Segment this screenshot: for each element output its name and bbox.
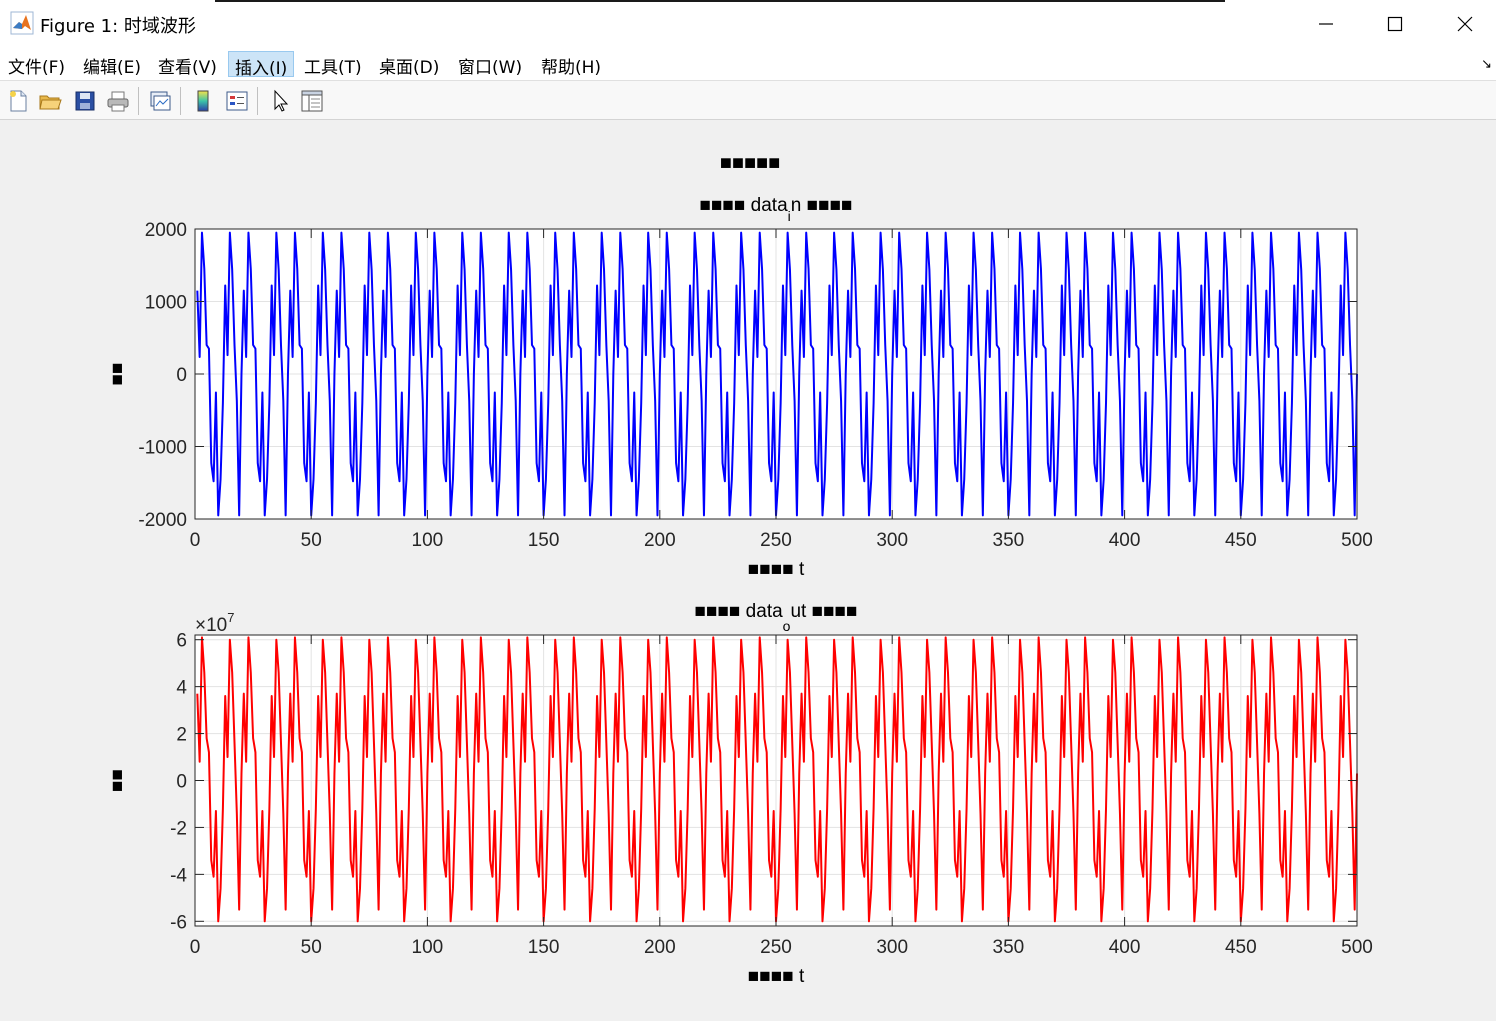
titlebar-top-border bbox=[215, 0, 1225, 2]
x-tick-label: 500 bbox=[1341, 937, 1373, 958]
minimize-icon bbox=[1319, 22, 1333, 25]
x-tick-label: 200 bbox=[644, 530, 676, 551]
x-tick-label: 100 bbox=[412, 937, 444, 958]
save-button[interactable] bbox=[71, 87, 99, 115]
save-icon bbox=[75, 91, 95, 111]
colorbar-button[interactable] bbox=[189, 87, 217, 115]
x-tick-label: 500 bbox=[1341, 530, 1373, 551]
edit-plot-cursor-icon bbox=[274, 89, 289, 112]
menu-tools[interactable]: 工具(T) bbox=[298, 51, 368, 78]
y-tick-label: 2000 bbox=[145, 220, 187, 241]
menu-edit[interactable]: 编辑(E) bbox=[77, 51, 147, 78]
x-tick-label: 300 bbox=[876, 937, 908, 958]
y-tick-label: -2 bbox=[170, 818, 187, 839]
property-inspector-icon bbox=[301, 90, 323, 112]
edit-plot-button[interactable] bbox=[266, 87, 294, 115]
y-tick-label: 0 bbox=[176, 365, 187, 386]
x-tick-label: 50 bbox=[301, 530, 322, 551]
toolbar-separator bbox=[257, 87, 258, 115]
x-tick-label: 300 bbox=[876, 530, 908, 551]
new-figure-button[interactable] bbox=[4, 87, 32, 115]
menu-desktop[interactable]: 桌面(D) bbox=[373, 51, 445, 78]
x-tick-label: 200 bbox=[644, 937, 676, 958]
y-tick-label: 0 bbox=[176, 772, 187, 793]
print-button[interactable] bbox=[104, 87, 132, 115]
window-titlebar: Figure 1: 时域波形 bbox=[0, 0, 1496, 47]
link-plot-button[interactable] bbox=[146, 87, 174, 115]
y-axis-label: ■■ bbox=[107, 363, 128, 386]
figure-toolbar bbox=[0, 80, 1496, 120]
maximize-icon bbox=[1387, 16, 1403, 31]
menu-help[interactable]: 帮助(H) bbox=[535, 51, 607, 78]
dock-arrow-icon[interactable]: ↘ bbox=[1481, 57, 1492, 72]
y-tick-label: -6 bbox=[170, 912, 187, 933]
figure-canvas: ■■■■■ 0 50 100 150 200 250 300 350 400 450 500 -2000… bbox=[0, 121, 1496, 1021]
x-tick-label: 450 bbox=[1225, 937, 1257, 958]
x-tick-label: 400 bbox=[1109, 530, 1141, 551]
y-tick-label: -1000 bbox=[138, 438, 187, 459]
menu-view[interactable]: 查看(V) bbox=[152, 51, 223, 78]
figure-suptitle: ■■■■■ bbox=[720, 152, 780, 174]
y-tick-label: 4 bbox=[176, 678, 187, 699]
minimize-button[interactable] bbox=[1291, 0, 1361, 47]
y-tick-label: -4 bbox=[170, 865, 187, 886]
x-tick-label: 150 bbox=[528, 937, 560, 958]
legend-icon bbox=[226, 91, 248, 111]
toolbar-separator bbox=[138, 87, 139, 115]
link-plot-icon bbox=[150, 91, 171, 111]
x-axis-label: ■■■■ t bbox=[748, 559, 805, 580]
property-inspector-button[interactable] bbox=[298, 87, 326, 115]
subplot-title: ■■■■ datain ■■■■ bbox=[699, 195, 852, 224]
open-folder-icon bbox=[39, 95, 62, 110]
x-tick-label: 0 bbox=[190, 530, 201, 551]
close-button[interactable] bbox=[1430, 0, 1496, 47]
y-tick-label: 2 bbox=[176, 725, 187, 746]
x-tick-label: 250 bbox=[760, 937, 792, 958]
x-tick-label: 450 bbox=[1225, 530, 1257, 551]
x-tick-label: 250 bbox=[760, 530, 792, 551]
x-tick-label: 150 bbox=[528, 530, 560, 551]
menu-window[interactable]: 窗口(W) bbox=[452, 51, 528, 78]
window-title: Figure 1: 时域波形 bbox=[40, 16, 196, 37]
y-tick-label: -2000 bbox=[138, 510, 187, 531]
maximize-button[interactable] bbox=[1360, 0, 1430, 47]
new-figure-icon bbox=[10, 90, 27, 112]
print-icon bbox=[107, 91, 129, 112]
y-tick-label: 6 bbox=[176, 631, 187, 652]
y-tick-label: 1000 bbox=[145, 293, 187, 314]
x-tick-label: 400 bbox=[1109, 937, 1141, 958]
open-button[interactable] bbox=[36, 87, 64, 115]
x-axis-label: ■■■■ t bbox=[748, 966, 805, 987]
x-tick-label: 50 bbox=[301, 937, 322, 958]
x-tick-label: 350 bbox=[993, 937, 1025, 958]
legend-button[interactable] bbox=[223, 87, 251, 115]
matlab-logo-icon bbox=[10, 11, 34, 35]
x-tick-label: 100 bbox=[412, 530, 444, 551]
colorbar-icon bbox=[197, 90, 209, 112]
y-axis-label: ■■ bbox=[107, 769, 128, 792]
close-icon bbox=[1457, 16, 1473, 31]
y-exponent-label: ×107 bbox=[195, 610, 234, 636]
figure-plot-area: ■■■■■0 50 100 150 200 250 300 350 400 450 500-2000… bbox=[107, 152, 1373, 987]
menu-file[interactable]: 文件(F) bbox=[2, 51, 71, 78]
x-tick-label: 350 bbox=[993, 530, 1025, 551]
menu-bar: 文件(F) 编辑(E) 查看(V) 插入(I) 工具(T) 桌面(D) 窗口(W… bbox=[0, 47, 1496, 80]
x-tick-label: 0 bbox=[190, 937, 201, 958]
menu-insert[interactable]: 插入(I) bbox=[228, 51, 295, 79]
toolbar-separator bbox=[180, 87, 181, 115]
subplot-title: ■■■■ dataout ■■■■ bbox=[695, 601, 858, 634]
